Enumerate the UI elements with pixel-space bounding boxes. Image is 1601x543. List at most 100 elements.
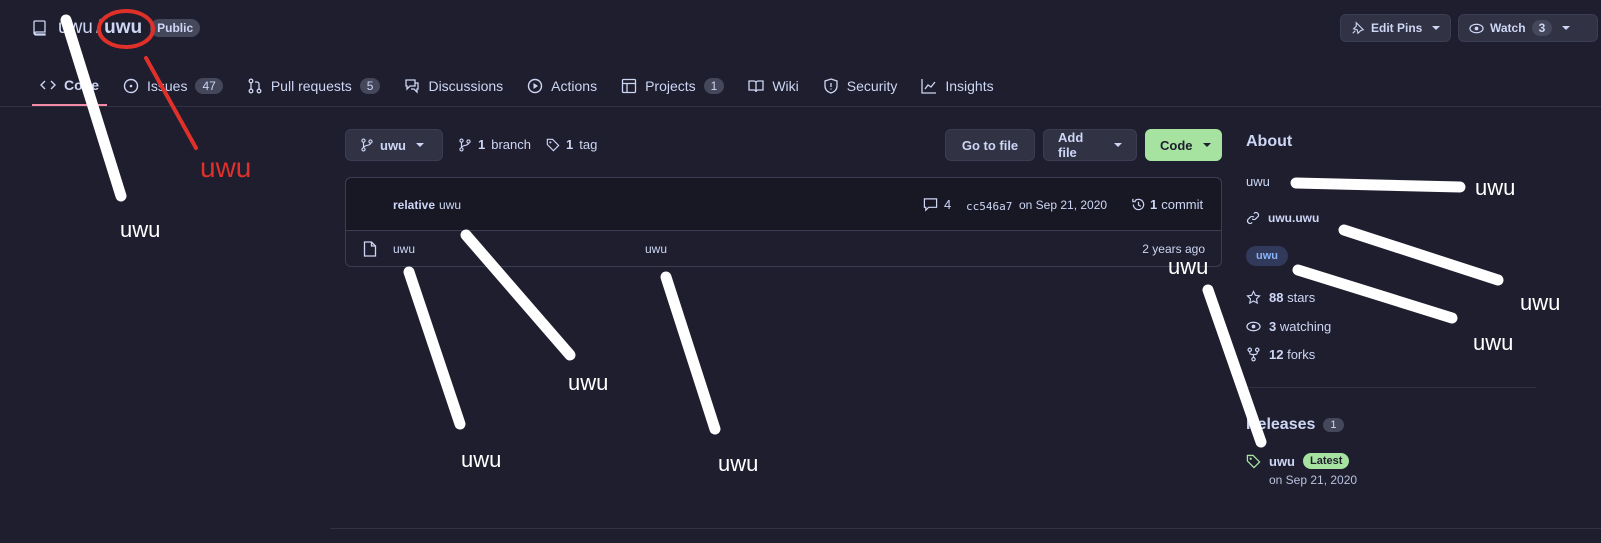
pull-request-icon (248, 78, 262, 94)
tab-label: Wiki (772, 78, 799, 94)
eye-icon (1246, 321, 1261, 332)
annotation-text: uwu (1520, 290, 1561, 315)
tags-link[interactable]: 1 tag (546, 137, 597, 152)
commit-count: 1 (1150, 197, 1158, 212)
chevron-down-icon (416, 143, 424, 147)
footer-divider (330, 528, 1601, 529)
commit-history-link[interactable]: 1 commit (1131, 197, 1203, 212)
link-icon (1246, 211, 1260, 225)
branch-icon (459, 137, 471, 152)
tab-actions[interactable]: Actions (519, 66, 605, 106)
go-to-file-label: Go to file (961, 137, 1019, 153)
scribble-line (403, 266, 466, 430)
scribble-line (660, 271, 721, 435)
latest-commit-bar: relative uwu 4 cc546a7 on Sep 21, 2020 1… (346, 178, 1221, 231)
commit-comments[interactable]: 4 (923, 197, 951, 212)
repo-owner-link[interactable]: uwu (58, 17, 93, 39)
stars-label: stars (1287, 290, 1316, 305)
stars-count: 88 (1269, 290, 1284, 305)
release-name[interactable]: uwu (1269, 454, 1295, 469)
about-link-text: uwu.uwu (1268, 211, 1320, 225)
commit-summary: relative uwu (393, 198, 461, 212)
commit-message[interactable]: uwu (439, 198, 461, 212)
annotation-text: uwu (120, 217, 161, 242)
branch-select-label: uwu (380, 137, 406, 153)
repo-icon (33, 20, 46, 36)
tag-icon (1246, 454, 1261, 469)
branches-link[interactable]: 1 branch (458, 137, 531, 152)
add-file-button[interactable]: Add file (1043, 129, 1137, 161)
annotation-text: uwu (1475, 175, 1516, 200)
tab-code[interactable]: Code (32, 66, 107, 106)
annotation-text: uwu (1473, 330, 1514, 355)
tab-label: Code (64, 77, 99, 93)
tab-label: Security (846, 78, 898, 94)
file-commit-message[interactable]: uwu (645, 242, 667, 256)
visibility-badge: Public (150, 19, 201, 37)
play-icon (527, 78, 543, 94)
eye-icon (1469, 23, 1484, 33)
branch-select-button[interactable]: uwu (345, 129, 443, 161)
history-icon (1132, 198, 1145, 211)
tab-insights[interactable]: Insights (913, 66, 1001, 106)
book-icon (748, 80, 764, 93)
latest-badge: Latest (1303, 453, 1350, 469)
code-button[interactable]: Code (1145, 129, 1222, 161)
add-file-label: Add file (1058, 130, 1084, 160)
tag-icon (546, 138, 560, 151)
comment-count: 4 (944, 197, 952, 212)
tab-discussions[interactable]: Discussions (396, 66, 511, 106)
forks-count: 12 (1269, 347, 1284, 362)
path-separator: / (95, 17, 102, 38)
commit-author[interactable]: relative (393, 198, 435, 212)
tag-count: 1 (566, 137, 574, 152)
branch-label: branch (491, 137, 531, 152)
tab-count: 5 (359, 78, 381, 94)
annotation-text: uwu (568, 370, 609, 395)
releases-heading-link[interactable]: Releases 1 (1246, 416, 1344, 434)
watch-button[interactable]: Watch 3 (1458, 14, 1598, 42)
watching-link[interactable]: 3 watching (1246, 319, 1331, 334)
annotation-text: uwu (1168, 254, 1209, 279)
tab-pull-requests[interactable]: Pull requests 5 (239, 66, 389, 106)
sidebar-divider (1246, 387, 1536, 388)
releases-heading: Releases (1246, 416, 1316, 433)
topic-tag[interactable]: uwu (1246, 246, 1288, 266)
tab-wiki[interactable]: Wiki (740, 66, 806, 106)
release-date: on Sep 21, 2020 (1269, 473, 1358, 487)
tab-count: 1 (703, 78, 725, 94)
red-annotation-text: uwu (200, 152, 252, 183)
go-to-file-button[interactable]: Go to file (945, 129, 1035, 161)
code-label: Code (1160, 137, 1193, 153)
annotation-text: uwu (718, 451, 759, 476)
graph-icon (921, 79, 937, 94)
table-row[interactable]: uwu uwu 2 years ago (346, 231, 1221, 267)
repo-name-link[interactable]: uwu (104, 17, 142, 39)
file-name[interactable]: uwu (393, 242, 415, 256)
edit-pins-button[interactable]: Edit Pins (1340, 14, 1452, 42)
code-icon (40, 80, 56, 90)
chevron-down-icon (1114, 143, 1122, 147)
tab-projects[interactable]: Projects 1 (613, 66, 732, 106)
tab-divider (0, 106, 1601, 107)
tab-issues[interactable]: Issues 47 (115, 66, 231, 106)
file-icon (363, 241, 377, 257)
tab-label: Issues (147, 78, 188, 94)
comment-icon (923, 198, 938, 212)
tab-label: Discussions (428, 78, 504, 94)
stars-link[interactable]: 88 stars (1246, 290, 1315, 305)
commit-date: on Sep 21, 2020 (1019, 198, 1108, 212)
scribble-line (1292, 264, 1458, 324)
commit-hash[interactable]: cc546a7 (966, 200, 1012, 213)
about-heading: About (1246, 133, 1293, 150)
tab-security[interactable]: Security (815, 66, 906, 106)
tab-label: Pull requests (270, 78, 352, 94)
tab-label: Insights (945, 78, 994, 94)
release-item[interactable]: uwu Latest on Sep 21, 2020 (1246, 453, 1357, 487)
tab-count: 47 (195, 78, 223, 94)
issue-icon (123, 78, 139, 94)
table-icon (621, 78, 637, 94)
pin-icon (1352, 21, 1365, 35)
about-link[interactable]: uwu.uwu (1246, 211, 1319, 225)
forks-link[interactable]: 12 forks (1246, 347, 1315, 362)
